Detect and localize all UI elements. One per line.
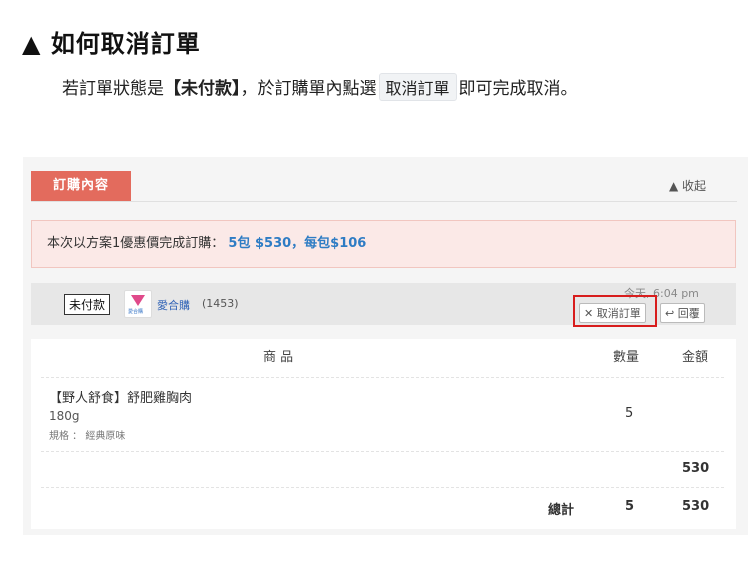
- item-qty: 5: [625, 406, 634, 421]
- total-qty: 5: [625, 499, 635, 514]
- notice-highlight: 5包 $530，每包$106: [228, 236, 367, 251]
- tab-divider: [31, 201, 737, 202]
- instruction-post: 即可完成取消。: [458, 79, 578, 99]
- cancel-order-button[interactable]: ✕ 取消訂單: [579, 303, 646, 323]
- header-qty: 數量: [613, 350, 640, 365]
- product-name: 【野人舒食】舒肥雞胸肉: [49, 391, 193, 406]
- status-bracket: 【未付款】: [164, 79, 241, 99]
- order-notice: 本次以方案1優惠價完成訂購： 5包 $530，每包$106: [31, 220, 736, 268]
- order-panel: 訂購內容 ▲ 收起 本次以方案1優惠價完成訂購： 5包 $530，每包$106 …: [23, 157, 748, 535]
- product-spec: 規格 ： 經典原味: [49, 431, 126, 442]
- shop-name-link[interactable]: 愛合購: [157, 297, 190, 313]
- shop-logo-icon: 愛合購: [124, 290, 152, 318]
- notice-text: 本次以方案1優惠價完成訂購：: [47, 236, 225, 251]
- logo-mark: [131, 295, 145, 306]
- collapse-button[interactable]: ▲ 收起: [669, 177, 706, 194]
- total-amount: 530: [682, 499, 710, 514]
- page-title: ▲ 如何取消訂單: [22, 30, 201, 58]
- row-divider: [41, 487, 724, 488]
- header-product: 商 品: [263, 350, 294, 365]
- status-badge: 未付款: [64, 294, 111, 315]
- instruction-text: 若訂單狀態是【未付款】，於訂購單內點選 取消訂單 即可完成取消。: [62, 73, 578, 101]
- row-divider: [41, 377, 724, 378]
- row-divider: [41, 451, 724, 452]
- reply-button[interactable]: ↩ 回覆: [660, 303, 705, 323]
- total-label: 總計: [548, 503, 575, 518]
- instruction-pre: 若訂單狀態是: [62, 79, 164, 99]
- shop-rating-count: (1453): [202, 297, 239, 310]
- header-amount: 金額: [682, 350, 709, 365]
- inline-cancel-order-label: 取消訂單: [378, 73, 457, 101]
- tab-order-content[interactable]: 訂購內容: [31, 171, 131, 201]
- logo-text: 愛合購: [128, 309, 144, 315]
- subtotal-amount: 530: [682, 461, 710, 476]
- order-items-table: 商 品 數量 金額 【野人舒食】舒肥雞胸肉 180g 規格 ： 經典原味 5 5…: [31, 339, 736, 529]
- instruction-mid: ，於訂購單內點選: [240, 79, 377, 99]
- product-weight: 180g: [49, 409, 80, 423]
